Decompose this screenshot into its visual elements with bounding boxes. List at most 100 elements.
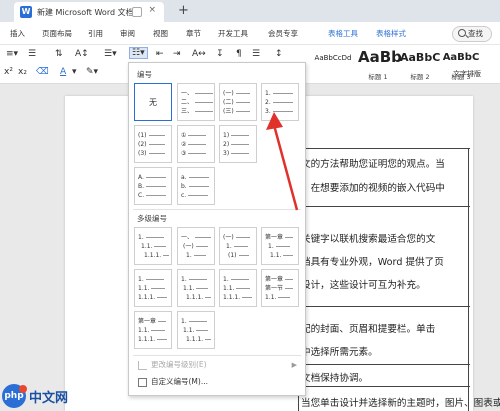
menu-table-tools[interactable]: 表格工具 — [328, 28, 358, 39]
table-row-divider — [298, 386, 470, 387]
watermark-brand: 中文网 — [29, 390, 69, 406]
doc-text-line: 文档保持协调。 — [301, 373, 369, 384]
line-spacing-icon[interactable]: ↕ — [275, 49, 283, 59]
align-justify-icon[interactable]: ☰ — [252, 49, 260, 59]
num-label: 1.1. — [141, 243, 153, 250]
new-tab-button[interactable]: + — [178, 3, 189, 18]
restore-icon[interactable] — [132, 7, 142, 17]
subscript-icon[interactable]: x₂ — [18, 67, 27, 77]
numbering-section-label: 编号 — [137, 70, 152, 79]
num-label: 三、 — [181, 108, 194, 115]
numbering-option[interactable]: (一) (二) (三) — [219, 83, 257, 121]
indent-icon[interactable]: ⇥ — [173, 49, 181, 59]
num-label: 1. — [186, 252, 192, 259]
multilevel-option[interactable]: 第一章 1.1. 1.1.1. — [134, 311, 172, 349]
num-label: 1.1.1. — [138, 294, 156, 301]
sort-icon[interactable]: ⇅ — [55, 49, 63, 59]
menu-insert[interactable]: 插入 — [10, 28, 25, 39]
num-label: 1.1. — [223, 285, 235, 292]
highlight-icon[interactable]: ✎▾ — [86, 67, 98, 77]
font-color-button[interactable]: A — [60, 67, 66, 77]
numbering-option[interactable]: ① ② ③ — [177, 125, 215, 163]
numbering-option[interactable]: A. B. C. — [134, 167, 172, 205]
style-normal[interactable]: AaBbCcDd — [310, 48, 356, 74]
show-marks-icon[interactable]: ¶ — [236, 49, 242, 59]
style-heading-1[interactable]: AaBb 标题 1 — [358, 48, 402, 81]
close-tab-icon[interactable]: × — [148, 5, 156, 15]
word-icon: W — [20, 6, 32, 18]
numbered-list-button[interactable]: ☷▾ — [129, 47, 148, 59]
table-row-divider — [298, 206, 470, 207]
multilevel-option[interactable]: 一、 (一) 1. — [177, 227, 215, 265]
num-label: (1) — [138, 132, 147, 139]
superscript-icon[interactable]: x² — [4, 67, 13, 77]
menu-references[interactable]: 引用 — [88, 28, 103, 39]
title-bar: W 新建 Microsoft Word 文档 × + — [0, 0, 500, 22]
style-heading-1-preview: AaBb — [358, 48, 402, 66]
multilevel-option[interactable]: 1. 1.1. 1.1.1. — [177, 311, 215, 349]
menu-review[interactable]: 审阅 — [120, 28, 135, 39]
num-label: (一) — [183, 243, 194, 250]
menu-page-layout[interactable]: 页面布局 — [42, 28, 72, 39]
doc-text-line: 当您单击设计并选择新的主题时，图片、图表或 — [301, 398, 500, 409]
num-label: 1. — [181, 276, 187, 283]
sort-text-icon[interactable]: ↧ — [216, 49, 224, 59]
submenu-arrow-icon: ▶ — [291, 361, 297, 369]
multilevel-option[interactable]: 1. 1.1. 1.1.1. — [134, 269, 172, 307]
menu-member[interactable]: 会员专享 — [268, 28, 298, 39]
numbering-option[interactable]: a. b. c. — [177, 167, 215, 205]
bullet-list-icon[interactable]: ☰▾ — [104, 49, 117, 59]
num-label: 第一章 — [265, 276, 284, 283]
num-label: ① — [181, 132, 187, 139]
text-layout-button[interactable]: 文字排版 — [453, 69, 481, 79]
num-label: 1. — [138, 234, 144, 241]
menu-bar: 插入 页面布局 引用 审阅 视图 章节 开发工具 会员专享 表格工具 表格样式 … — [0, 22, 500, 45]
decrease-indent-icon[interactable]: ☰ — [28, 49, 36, 59]
list-dropdown-icon[interactable]: ≡▾ — [6, 49, 18, 59]
outdent-icon[interactable]: ⇤ — [156, 49, 164, 59]
num-label: ③ — [181, 150, 187, 157]
multilevel-option[interactable]: (一) 1. (1) — [219, 227, 257, 265]
divider — [133, 209, 301, 210]
multilevel-option[interactable]: 1. 1.1. 1.1.1. — [177, 269, 215, 307]
numbering-none[interactable]: 无 — [134, 83, 172, 121]
numbering-option[interactable]: (1) (2) (3) — [134, 125, 172, 163]
font-size-icon[interactable]: A↕ — [75, 49, 89, 59]
num-label: B. — [138, 183, 145, 190]
num-label: 一、 — [181, 90, 194, 97]
chinese-layout-icon[interactable]: A↔ — [192, 49, 206, 59]
menu-section[interactable]: 章节 — [186, 28, 201, 39]
num-label: 1. — [226, 243, 232, 250]
num-label: c. — [181, 192, 187, 199]
font-color-dropdown-icon[interactable]: ▾ — [72, 67, 77, 77]
multilevel-option[interactable]: 1. 1.1. 1.1.1. — [219, 269, 257, 307]
num-label: 1.1. — [183, 327, 195, 334]
numbering-option[interactable]: 一、 二、 三、 — [177, 83, 215, 121]
numbering-option[interactable]: 1. 2. 3. — [261, 83, 299, 121]
num-label: (一) — [223, 234, 234, 241]
num-label: C. — [138, 192, 145, 199]
search-label: 查找 — [468, 29, 483, 38]
multilevel-option[interactable]: 第一章 第一节 1.1. — [261, 269, 299, 307]
num-label: b. — [181, 183, 187, 190]
num-label: (二) — [223, 99, 234, 106]
numbering-dropdown: 编号 无 一、 二、 三、 (一) (二) (三) 1. 2. 3. (1) (… — [128, 62, 306, 396]
menu-view[interactable]: 视图 — [153, 28, 168, 39]
search-box[interactable]: 查找 — [452, 26, 492, 42]
menu-table-style[interactable]: 表格样式 — [376, 28, 406, 39]
multilevel-option[interactable]: 1. 1.1. 1.1.1. — [134, 227, 172, 265]
style-heading-3-preview: AaBbC — [442, 52, 480, 63]
numbering-option[interactable]: 1) 2) 3) — [219, 125, 257, 163]
custom-numbering-menu-item[interactable]: 自定义编号(M)... — [129, 374, 305, 390]
multilevel-section-label: 多级编号 — [137, 214, 167, 223]
document-tab[interactable]: W 新建 Microsoft Word 文档 × — [14, 2, 164, 22]
clear-format-icon[interactable]: ⌫ — [36, 67, 49, 77]
num-label: (3) — [138, 150, 147, 157]
multilevel-option[interactable]: 第一章 1. 1.1. — [261, 227, 299, 265]
num-label: (一) — [223, 90, 234, 97]
menu-developer[interactable]: 开发工具 — [218, 28, 248, 39]
table-row-divider — [298, 306, 470, 307]
style-heading-2[interactable]: AaBbC 标题 2 — [400, 48, 440, 81]
num-label: 1. — [265, 90, 271, 97]
num-label: A. — [138, 174, 144, 181]
